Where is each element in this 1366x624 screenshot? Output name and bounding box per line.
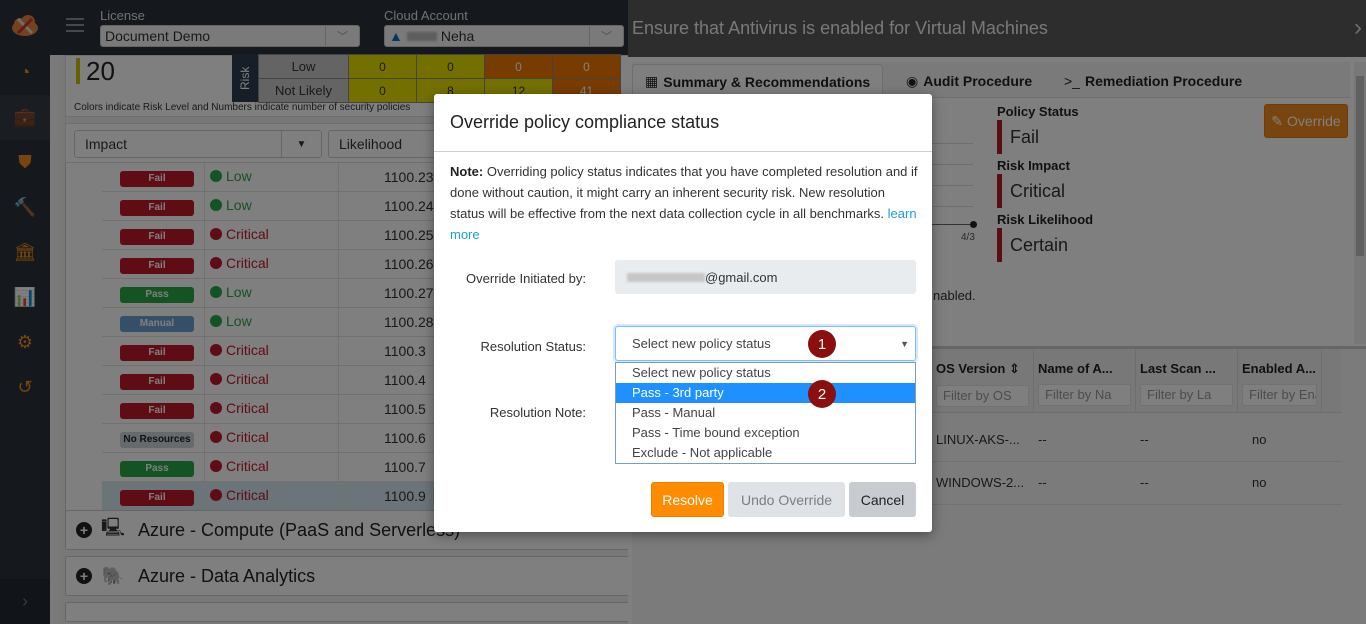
resolution-status-value: Select new policy status	[632, 336, 771, 351]
resolution-note-label: Resolution Note:	[489, 405, 586, 420]
resolution-status-select[interactable]: Select new policy status ▼	[615, 326, 916, 361]
caret-down-icon: ▼	[900, 339, 909, 349]
redacted-text	[627, 272, 705, 282]
status-option[interactable]: Pass - Manual	[616, 403, 915, 423]
status-option[interactable]: Pass - 3rd party	[616, 383, 915, 403]
cancel-button[interactable]: Cancel	[849, 482, 916, 517]
step-marker-1: 1	[808, 330, 836, 358]
initiated-by-field: @gmail.com	[615, 260, 916, 294]
initiated-by-label: Override Initiated by:	[466, 271, 586, 286]
step-marker-2: 2	[808, 380, 836, 408]
modal-title: Override policy compliance status	[434, 94, 932, 152]
note-text: Overriding policy status indicates that …	[450, 164, 918, 221]
status-option[interactable]: Select new policy status	[616, 363, 915, 383]
undo-override-button[interactable]: Undo Override	[728, 482, 845, 517]
resolution-status-label: Resolution Status:	[480, 339, 586, 354]
resolve-button[interactable]: Resolve	[651, 482, 724, 517]
note-label: Note:	[450, 164, 484, 179]
resolution-status-options: Select new policy status Pass - 3rd party…	[615, 362, 916, 464]
status-option[interactable]: Exclude - Not applicable	[616, 443, 915, 463]
status-option[interactable]: Pass - Time bound exception	[616, 423, 915, 443]
override-modal: Override policy compliance status Note: …	[434, 94, 932, 532]
override-note: Note: Overriding policy status indicates…	[450, 161, 920, 245]
initiated-by-value: @gmail.com	[705, 269, 778, 285]
app-root: ◔💼⛊🔨🏛📊⚙↺ › License Document Demo ﹀ Cloud…	[0, 0, 1366, 624]
